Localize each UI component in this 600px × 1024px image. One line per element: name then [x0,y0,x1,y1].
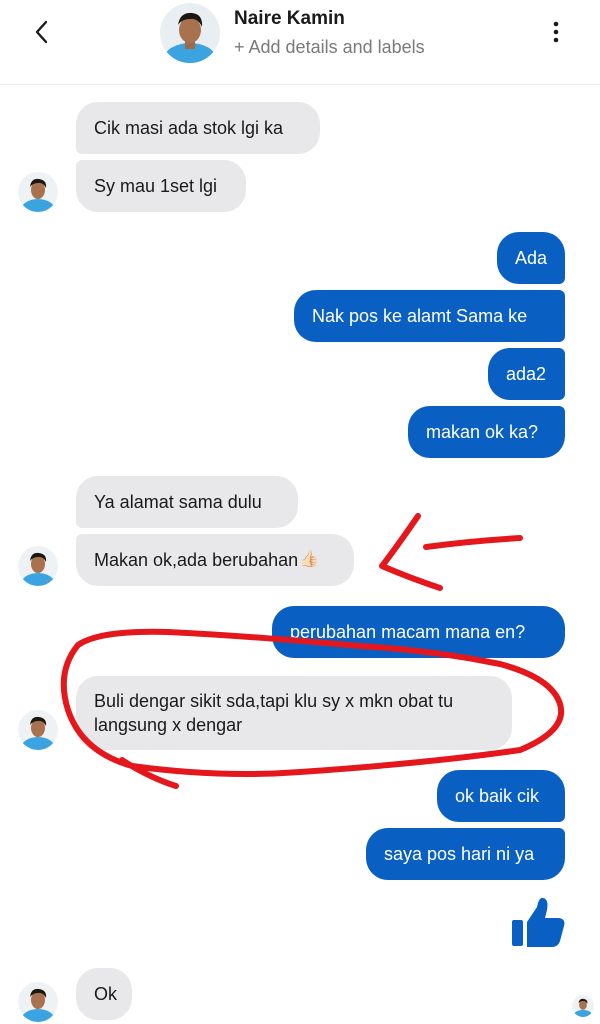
thumbs-up-icon [512,897,565,947]
chat-screen: Naire Kamin + Add details and labels Cik… [0,0,600,1024]
message-text: ok baik cik [455,786,540,806]
message-bubble-outgoing[interactable]: perubahan macam mana en? [272,606,565,658]
more-vertical-icon [553,21,559,43]
message-text: Buli dengar sikit sda,tapi klu sy x mkn … [94,691,454,735]
sender-avatar [18,710,58,750]
message-text: Ok [94,984,118,1004]
message-text: makan ok ka? [426,422,539,442]
message-bubble-outgoing[interactable]: saya pos hari ni ya [366,828,565,880]
message-text: Ya alamat sama dulu [94,492,262,512]
message-text: Sy mau 1set lgi [94,176,218,196]
message-text: Cik masi ada stok lgi ka [94,118,284,138]
message-text: ada2 [506,364,547,384]
message-bubble-incoming[interactable]: Ok [76,968,132,1020]
message-text: Makan ok,ada berubahan [94,550,299,570]
message-bubble-incoming[interactable]: Buli dengar sikit sda,tapi klu sy x mkn … [76,676,512,750]
message-text: Ada [515,248,548,268]
message-bubble-outgoing[interactable]: Ada [497,232,565,284]
message-bubble-incoming[interactable]: Makan ok,ada berubahan 👍🏻 [76,534,354,586]
contact-name[interactable]: Naire Kamin [234,8,345,30]
sender-avatar [18,172,58,212]
annotation-arrow [379,513,523,591]
contact-avatar[interactable] [160,3,220,63]
message-bubble-outgoing[interactable]: ok baik cik [437,770,565,822]
message-bubble-incoming[interactable]: Cik masi ada stok lgi ka [76,102,320,154]
message-text: perubahan macam mana en? [290,622,526,642]
like-message[interactable] [508,893,568,953]
sender-avatar [18,546,58,586]
message-bubble-outgoing[interactable]: makan ok ka? [408,406,565,458]
message-bubble-incoming[interactable]: Ya alamat sama dulu [76,476,298,528]
chat-header: Naire Kamin + Add details and labels [0,0,600,85]
back-button[interactable] [22,14,62,50]
message-text: Nak pos ke alamt Sama ke [312,306,528,326]
thumbs-up-emoji: 👍🏻 [299,551,320,568]
message-bubble-incoming[interactable]: Sy mau 1set lgi [76,160,246,212]
message-bubble-outgoing[interactable]: ada2 [488,348,565,400]
message-bubble-outgoing[interactable]: Nak pos ke alamt Sama ke [294,290,565,342]
chevron-left-icon [35,20,48,44]
add-details-link[interactable]: + Add details and labels [234,37,425,58]
seen-indicator-avatar [572,995,594,1017]
message-text: saya pos hari ni ya [384,844,535,864]
more-options-button[interactable] [540,14,572,50]
sender-avatar [18,982,58,1022]
